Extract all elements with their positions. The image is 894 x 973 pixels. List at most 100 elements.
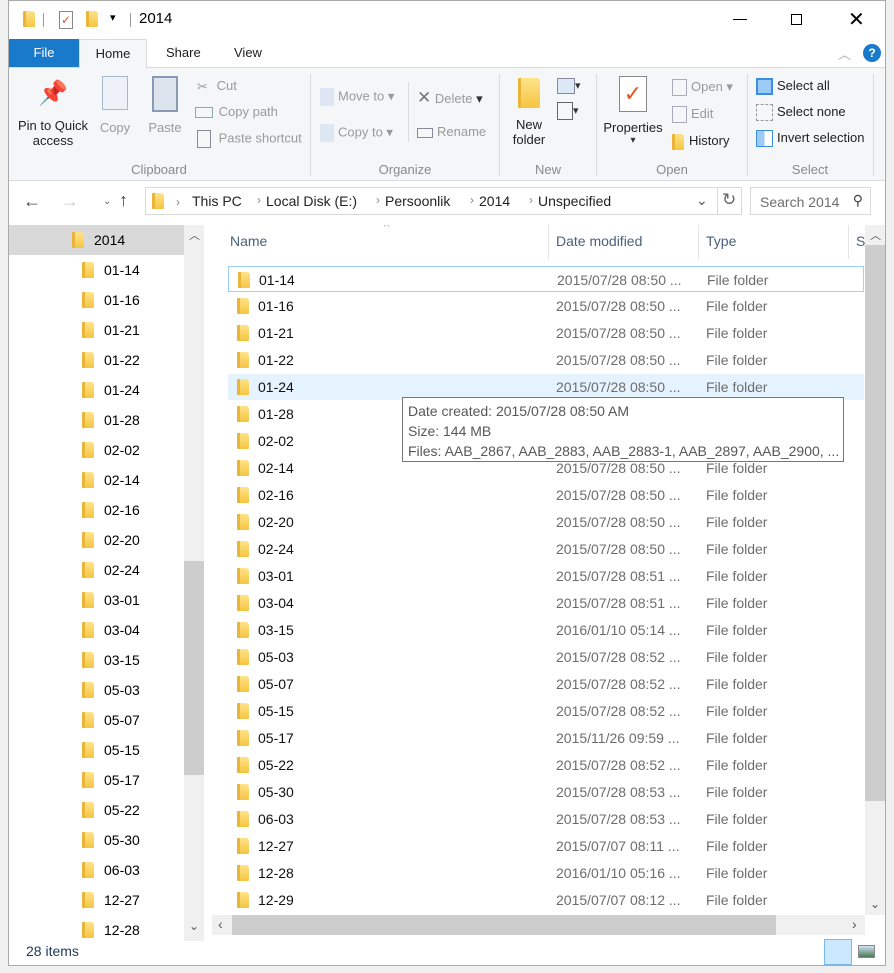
file-row[interactable]: 05-07 2015/07/28 08:52 ... File folder [228,671,864,697]
nav-item-2014[interactable]: 2014 [9,225,184,255]
horizontal-scrollbar[interactable]: ‹ › [212,915,865,935]
breadcrumb-2014[interactable]: 2014 [479,193,510,209]
nav-item[interactable]: 02-14 [9,465,184,495]
file-row[interactable]: 05-30 2015/07/28 08:53 ... File folder [228,779,864,805]
customize-toolbar-icon[interactable]: ▾ [110,11,116,24]
recent-locations-icon[interactable]: ⌄ [103,196,111,207]
details-view-button[interactable] [824,939,852,965]
nav-item[interactable]: 03-04 [9,615,184,645]
up-button[interactable]: ↑ [119,190,128,211]
nav-item[interactable]: 02-16 [9,495,184,525]
pin-to-quick-access-button[interactable]: 📌 Pin to Quick access [17,74,89,148]
nav-item[interactable]: 05-22 [9,795,184,825]
file-row[interactable]: 05-22 2015/07/28 08:52 ... File folder [228,752,864,778]
delete-button[interactable]: ✕ Delete ▾ [417,88,483,108]
nav-item[interactable]: 02-02 [9,435,184,465]
tab-home[interactable]: Home [79,39,147,68]
paste-button[interactable]: Paste [145,76,185,135]
open-button[interactable]: Open ▾ [672,79,733,97]
new-folder-button[interactable]: New folder [509,78,549,147]
address-bar[interactable]: › This PC › Local Disk (E:) › Persoonlik… [145,187,742,215]
column-header-size[interactable]: S [856,233,865,249]
column-header-type[interactable]: Type [706,233,736,249]
breadcrumb-unspecified[interactable]: Unspecified [538,193,611,209]
file-row[interactable]: 12-27 2015/07/07 08:11 ... File folder [228,833,864,859]
new-item-button[interactable]: ▾ [557,78,581,94]
back-button[interactable]: ← [23,191,41,212]
file-row[interactable]: 05-15 2015/07/28 08:52 ... File folder [228,698,864,724]
nav-item[interactable]: 01-28 [9,405,184,435]
scroll-thumb[interactable] [865,245,885,801]
file-row[interactable]: 05-17 2015/11/26 09:59 ... File folder [228,725,864,751]
scroll-up-icon[interactable]: ︿ [189,227,200,243]
collapse-ribbon-icon[interactable]: ︿ [838,44,851,63]
file-row[interactable]: 03-01 2015/07/28 08:51 ... File folder [228,563,864,589]
tab-share[interactable]: Share [149,39,218,67]
nav-item[interactable]: 05-07 [9,705,184,735]
nav-item[interactable]: 02-20 [9,525,184,555]
file-row[interactable]: 05-03 2015/07/28 08:52 ... File folder [228,644,864,670]
minimize-icon[interactable] [733,19,747,20]
file-row[interactable]: 01-21 2015/07/28 08:50 ... File folder [228,320,864,346]
column-header-date-modified[interactable]: Date modified [556,233,642,249]
scroll-down-icon[interactable]: ⌄ [870,897,880,911]
cut-button[interactable]: ✂ Cut [197,78,237,95]
search-input[interactable]: Search 2014 ⚲ [750,187,871,215]
copy-button[interactable]: Copy [95,76,135,135]
scroll-down-icon[interactable]: ⌄ [189,919,199,933]
file-row[interactable]: 01-16 2015/07/28 08:50 ... File folder [228,293,864,319]
refresh-icon[interactable]: ↻ [722,190,736,210]
column-header-name[interactable]: Name [230,233,267,249]
help-icon[interactable]: ? [863,44,881,62]
file-row[interactable]: 01-14 2015/07/28 08:50 ... File folder [228,266,864,292]
file-row[interactable]: 01-22 2015/07/28 08:50 ... File folder [228,347,864,373]
file-row[interactable]: 02-24 2015/07/28 08:50 ... File folder [228,536,864,562]
easy-access-button[interactable]: ▾ [557,102,579,120]
nav-item[interactable]: 01-14 [9,255,184,285]
nav-item[interactable]: 01-16 [9,285,184,315]
scroll-thumb[interactable] [184,561,204,775]
new-folder-quick-icon[interactable] [86,11,98,27]
nav-scrollbar[interactable]: ︿ ⌄ [184,225,204,941]
select-none-button[interactable]: Select none [756,104,846,122]
file-row[interactable]: 06-03 2015/07/28 08:53 ... File folder [228,806,864,832]
move-to-button[interactable]: Move to ▾ [320,88,394,106]
rename-button[interactable]: Rename [417,124,486,139]
file-row[interactable]: 03-04 2015/07/28 08:51 ... File folder [228,590,864,616]
nav-item[interactable]: 02-24 [9,555,184,585]
file-row[interactable]: 12-28 2016/01/10 05:16 ... File folder [228,860,864,886]
breadcrumb-this-pc[interactable]: This PC [192,193,242,209]
properties-quick-icon[interactable]: ✓ [59,11,73,29]
file-row[interactable]: 12-29 2015/07/07 08:12 ... File folder [228,887,864,913]
file-list-scrollbar[interactable]: ︿ ⌄ [865,225,885,915]
scroll-right-icon[interactable]: › [852,916,857,932]
copy-to-button[interactable]: Copy to ▾ [320,124,393,142]
scroll-thumb[interactable] [232,915,776,935]
invert-selection-button[interactable]: Invert selection [756,130,864,148]
properties-button[interactable]: ✓ Properties ▾ [601,76,665,146]
breadcrumb-persoonlik[interactable]: Persoonlik [385,193,450,209]
nav-item[interactable]: 05-15 [9,735,184,765]
nav-item[interactable]: 03-01 [9,585,184,615]
file-row[interactable]: 02-20 2015/07/28 08:50 ... File folder [228,509,864,535]
forward-button[interactable]: → [61,191,79,212]
close-icon[interactable]: ✕ [848,7,865,32]
file-row[interactable]: 03-15 2016/01/10 05:14 ... File folder [228,617,864,643]
tab-view[interactable]: View [217,39,279,67]
nav-item[interactable]: 01-22 [9,345,184,375]
scroll-up-icon[interactable]: ︿ [870,227,881,243]
nav-item[interactable]: 06-03 [9,855,184,885]
scroll-left-icon[interactable]: ‹ [218,916,223,932]
tab-file[interactable]: File [9,39,79,67]
edit-button[interactable]: Edit [672,106,713,124]
copy-path-button[interactable]: Copy path [195,104,278,119]
nav-item[interactable]: 05-17 [9,765,184,795]
nav-item[interactable]: 05-30 [9,825,184,855]
nav-item[interactable]: 12-27 [9,885,184,915]
breadcrumb-local-disk[interactable]: Local Disk (E:) [266,193,357,209]
nav-item[interactable]: 01-21 [9,315,184,345]
file-row[interactable]: 02-16 2015/07/28 08:50 ... File folder [228,482,864,508]
large-icons-view-button[interactable] [858,945,875,958]
history-button[interactable]: History [672,133,729,150]
nav-item[interactable]: 01-24 [9,375,184,405]
